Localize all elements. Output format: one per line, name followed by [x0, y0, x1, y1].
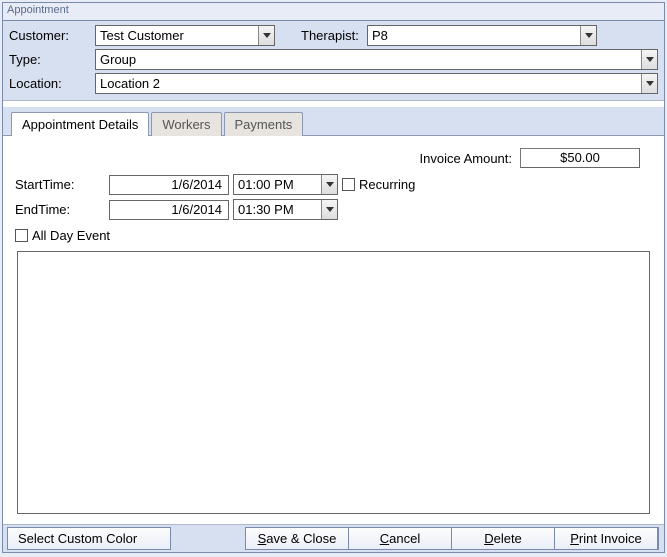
chevron-down-icon[interactable] [321, 175, 337, 194]
save-close-button[interactable]: Save & Close [245, 527, 349, 550]
appointment-window: Appointment Customer: Test Customer Ther… [2, 2, 665, 553]
end-date-field[interactable]: 1/6/2014 [109, 200, 229, 220]
mnemonic: P [570, 531, 579, 546]
separator [658, 527, 662, 550]
mnemonic: C [380, 531, 389, 546]
chevron-down-icon[interactable] [258, 26, 274, 45]
end-time-combo[interactable]: 01:30 PM [233, 199, 338, 220]
type-combo[interactable]: Group [95, 49, 658, 70]
print-invoice-button[interactable]: Print Invoice [554, 527, 658, 550]
invoice-amount-label: Invoice Amount: [420, 151, 513, 166]
notes-textarea[interactable] [17, 251, 650, 514]
chevron-down-icon[interactable] [641, 74, 657, 93]
type-label: Type: [9, 52, 89, 67]
mnemonic: S [258, 531, 267, 546]
customer-combo[interactable]: Test Customer [95, 25, 275, 46]
tab-appointment-details[interactable]: Appointment Details [11, 112, 149, 136]
recurring-checkbox[interactable] [342, 178, 355, 191]
location-label: Location: [9, 76, 89, 91]
tab-payments[interactable]: Payments [224, 112, 304, 136]
therapist-label: Therapist: [281, 28, 361, 43]
button-label: elete [494, 531, 522, 546]
allday-label: All Day Event [32, 228, 110, 243]
delete-button[interactable]: Delete [451, 527, 555, 550]
tabstrip: Appointment Details Workers Payments [3, 107, 664, 136]
end-time-value: 01:30 PM [234, 200, 321, 219]
mnemonic: D [484, 531, 493, 546]
customer-label: Customer: [9, 28, 89, 43]
type-value: Group [96, 50, 641, 69]
footer: Select Custom Color Save & Close Cancel … [3, 524, 664, 552]
select-custom-color-button[interactable]: Select Custom Color [7, 527, 171, 550]
end-time-label: EndTime: [15, 202, 105, 217]
chevron-down-icon[interactable] [641, 50, 657, 69]
location-combo[interactable]: Location 2 [95, 73, 658, 94]
customer-value: Test Customer [96, 26, 258, 45]
chevron-down-icon[interactable] [580, 26, 596, 45]
tab-workers[interactable]: Workers [151, 112, 221, 136]
therapist-combo[interactable]: P8 [367, 25, 597, 46]
allday-checkbox[interactable] [15, 229, 28, 242]
chevron-down-icon[interactable] [321, 200, 337, 219]
start-time-value: 01:00 PM [234, 175, 321, 194]
invoice-amount-field[interactable]: $50.00 [520, 148, 640, 168]
start-time-label: StartTime: [15, 177, 105, 192]
header-panel: Customer: Test Customer Therapist: P8 Ty… [3, 21, 664, 101]
tab-body: Invoice Amount: $50.00 StartTime: 1/6/20… [3, 136, 664, 524]
location-value: Location 2 [96, 74, 641, 93]
start-date-field[interactable]: 1/6/2014 [109, 175, 229, 195]
button-label: ancel [389, 531, 420, 546]
button-label: ave & Close [266, 531, 336, 546]
window-title: Appointment [3, 3, 664, 21]
therapist-value: P8 [368, 26, 580, 45]
cancel-button[interactable]: Cancel [348, 527, 452, 550]
start-time-combo[interactable]: 01:00 PM [233, 174, 338, 195]
button-label: rint Invoice [579, 531, 642, 546]
recurring-label: Recurring [359, 177, 415, 192]
